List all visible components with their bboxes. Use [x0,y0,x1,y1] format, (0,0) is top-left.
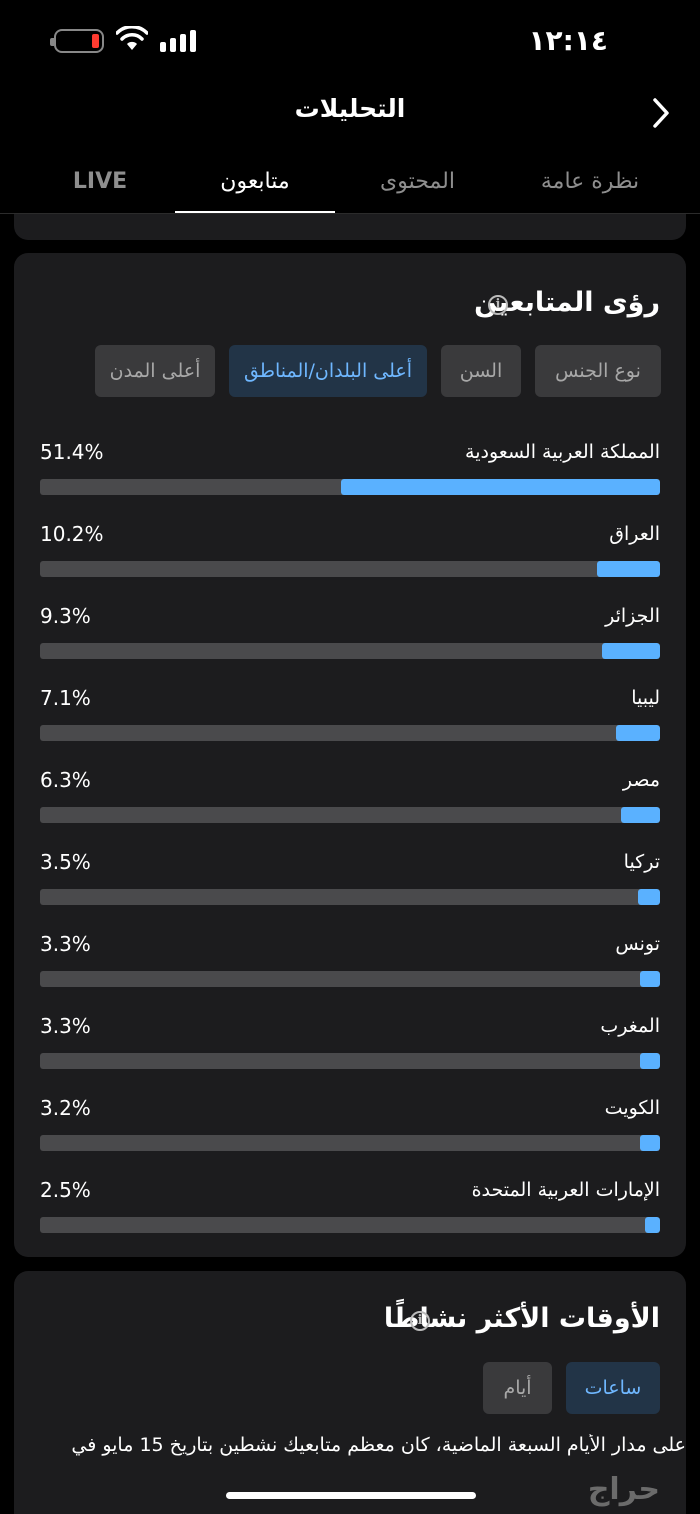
previous-card-edge [14,214,686,240]
percent-bar-fill [639,971,660,987]
country-percent: 10.2% [40,522,104,546]
percent-bar-fill [638,889,660,905]
percent-bar-track [40,479,660,495]
status-bar: ١٢:١٤ [0,0,700,80]
audience-insights-card: رؤى المتابعين i نوع الجنس السن أعلى البل… [14,253,686,1257]
toggle-hours[interactable]: ساعات [566,1362,660,1414]
filter-age[interactable]: السن [441,345,521,397]
percent-bar-track [40,807,660,823]
percent-bar-fill [615,725,660,741]
home-indicator[interactable] [226,1492,476,1499]
country-label: العراق [609,523,660,545]
percent-bar-fill [620,807,660,823]
country-percent: 9.3% [40,604,91,628]
country-percent: 2.5% [40,1178,91,1202]
country-label: الجزائر [605,605,660,627]
watermark-logo: حراج [587,1472,660,1507]
country-label: المملكة العربية السعودية [465,441,660,463]
country-percent: 3.5% [40,850,91,874]
country-percent: 7.1% [40,686,91,710]
percent-bar-track [40,643,660,659]
percent-bar-fill [640,1135,660,1151]
filter-top-cities[interactable]: أعلى المدن [95,345,215,397]
country-label: تركيا [623,851,660,873]
filter-top-countries[interactable]: أعلى البلدان/المناطق [229,345,427,397]
percent-bar-fill [596,561,660,577]
back-chevron-icon[interactable] [650,96,672,130]
country-label: مصر [622,769,660,791]
filter-gender[interactable]: نوع الجنس [535,345,661,397]
percent-bar-fill [644,1217,660,1233]
country-percent: 3.2% [40,1096,91,1120]
percent-bar-fill [639,1053,660,1069]
tab-bar: LIVE متابعون المحتوى نظرة عامة [0,160,700,214]
country-label: ليبيا [631,687,660,709]
tab-content[interactable]: المحتوى [335,160,500,214]
percent-bar-track [40,1135,660,1151]
percent-bar-track [40,561,660,577]
country-percent: 3.3% [40,1014,91,1038]
toggle-days[interactable]: أيام [483,1362,552,1414]
signal-icon [160,30,196,52]
percent-bar-fill [341,479,660,495]
country-label: تونس [615,933,660,955]
country-percent: 51.4% [40,440,104,464]
active-times-description: على مدار الأيام السبعة الماضية، كان معظم… [71,1434,686,1456]
status-time: ١٢:١٤ [528,24,608,57]
tab-overview[interactable]: نظرة عامة [500,160,680,214]
percent-bar-track [40,889,660,905]
country-label: الكويت [604,1097,660,1119]
tab-followers[interactable]: متابعون [175,160,335,214]
page-title: التحليلات [294,94,406,123]
percent-bar-track [40,1053,660,1069]
country-label: الإمارات العربية المتحدة [471,1179,660,1201]
active-times-card: الأوقات الأكثر نشاطًا i ساعات أيام [14,1271,686,1514]
percent-bar-fill [602,643,660,659]
battery-icon [50,29,104,53]
tab-live[interactable]: LIVE [20,160,180,214]
info-icon[interactable]: i [410,1311,430,1331]
percent-bar-track [40,1217,660,1233]
country-label: المغرب [600,1015,660,1037]
country-percent: 3.3% [40,932,91,956]
country-percent: 6.3% [40,768,91,792]
percent-bar-track [40,971,660,987]
percent-bar-track [40,725,660,741]
wifi-icon [116,26,148,50]
info-icon[interactable]: i [488,295,508,315]
